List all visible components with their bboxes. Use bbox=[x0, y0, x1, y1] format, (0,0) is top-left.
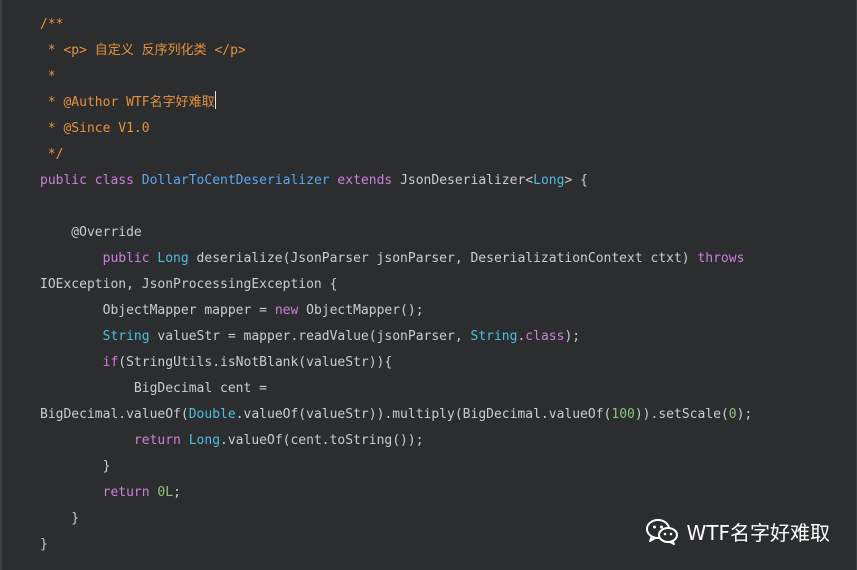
code-token: Long bbox=[533, 173, 565, 188]
watermark-text: WTF名字好难取 bbox=[686, 521, 831, 545]
code-token: IOException, JsonProcessingException { bbox=[40, 277, 338, 292]
code-line: * bbox=[40, 64, 752, 90]
code-line: /** bbox=[40, 12, 752, 38]
code-line: */ bbox=[40, 142, 752, 168]
code-token: } bbox=[40, 459, 111, 474]
code-line: * @Author WTF名字好难取 bbox=[40, 90, 752, 116]
watermark: WTF名字好难取 bbox=[645, 517, 831, 546]
code-line: return 0L; bbox=[40, 480, 752, 506]
code-line: @Override bbox=[40, 220, 752, 246]
code-token: )).setScale( bbox=[634, 407, 729, 422]
code-token: class bbox=[94, 173, 142, 188]
code-token: deserialize(JsonParser jsonParser, Deser… bbox=[188, 251, 698, 266]
code-token: ObjectMapper(); bbox=[306, 303, 424, 318]
code-token: 100 bbox=[611, 407, 635, 422]
code-token: Long bbox=[157, 251, 189, 266]
code-line: BigDecimal cent = bbox=[40, 376, 752, 402]
code-line: String valueStr = mapper.readValue(jsonP… bbox=[40, 324, 752, 350]
code-line: BigDecimal.valueOf(Double.valueOf(valueS… bbox=[40, 402, 752, 428]
code-token: extends bbox=[329, 173, 401, 188]
code-token: @Override bbox=[40, 225, 142, 240]
code-line: return Long.valueOf(cent.toString()); bbox=[40, 428, 752, 454]
code-token: 0 bbox=[728, 407, 737, 422]
code-token: ; bbox=[173, 485, 181, 500]
code-token: ); bbox=[736, 407, 753, 422]
code-line: * <p> 自定义 反序列化类 </p> bbox=[40, 38, 752, 64]
code-token: * bbox=[40, 69, 56, 84]
code-token: BigDecimal cent = bbox=[40, 381, 267, 396]
code-line: if(StringUtils.isNotBlank(valueStr)){ bbox=[40, 350, 752, 376]
code-token: .valueOf(cent.toString()); bbox=[220, 433, 424, 448]
code-line: public class DollarToCentDeserializer ex… bbox=[40, 168, 752, 194]
code-token: * @Since V1.0 bbox=[40, 121, 150, 136]
code-token: 0L bbox=[157, 485, 174, 500]
code-token: ); bbox=[564, 329, 581, 344]
code-token: String bbox=[102, 329, 150, 344]
code-token: new bbox=[274, 303, 307, 318]
code-token: (StringUtils.isNotBlank(valueStr)){ bbox=[118, 355, 393, 370]
code-token: class bbox=[525, 329, 565, 344]
code-token: } bbox=[40, 537, 48, 552]
wechat-icon bbox=[645, 518, 678, 545]
code-line: IOException, JsonProcessingException { bbox=[40, 272, 752, 298]
code-line: public Long deserialize(JsonParser jsonP… bbox=[40, 246, 752, 272]
code-token: valueStr = mapper.readValue(jsonParser, bbox=[149, 329, 471, 344]
code-token: ObjectMapper mapper = bbox=[40, 303, 275, 318]
code-token: public bbox=[40, 173, 95, 188]
code-token: */ bbox=[40, 147, 64, 162]
code-line: } bbox=[40, 454, 752, 480]
code-token: if bbox=[102, 355, 119, 370]
code-token: Long bbox=[188, 433, 221, 448]
code-block[interactable]: /** * <p> 自定义 反序列化类 </p> * * @Author WTF… bbox=[40, 12, 752, 558]
code-token: throws bbox=[697, 251, 745, 266]
text-caret bbox=[214, 91, 216, 109]
code-token: * @Author WTF名字好难取 bbox=[40, 95, 215, 110]
code-token: public bbox=[40, 251, 158, 266]
code-token: Double bbox=[188, 407, 236, 422]
code-token: return bbox=[102, 485, 158, 500]
code-editor-panel[interactable]: /** * <p> 自定义 反序列化类 </p> * * @Author WTF… bbox=[0, 0, 857, 570]
code-line: ObjectMapper mapper = new ObjectMapper()… bbox=[40, 298, 752, 324]
code-token: } bbox=[40, 511, 80, 526]
code-token: String bbox=[470, 329, 518, 344]
code-token: /** bbox=[40, 17, 64, 32]
code-token: BigDecimal.valueOf( bbox=[40, 407, 189, 422]
code-token: JsonDeserializer< bbox=[400, 173, 534, 188]
code-token: return bbox=[133, 433, 189, 448]
code-line: * @Since V1.0 bbox=[40, 116, 752, 142]
code-token: > { bbox=[564, 173, 588, 188]
code-token: * <p> 自定义 反序列化类 </p> bbox=[40, 43, 246, 58]
code-token: DollarToCentDeserializer bbox=[141, 173, 330, 188]
code-token: .valueOf(valueStr)).multiply(BigDecimal.… bbox=[235, 407, 612, 422]
